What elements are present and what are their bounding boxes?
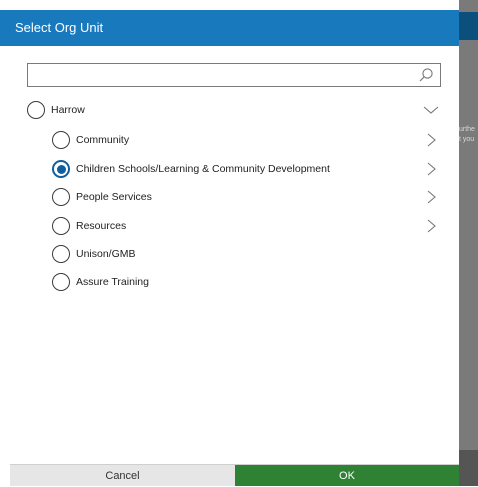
chevron-right-icon[interactable]: [425, 133, 437, 147]
chevron-right-icon[interactable]: [425, 162, 437, 176]
radio-children-schools[interactable]: [52, 160, 70, 178]
tree-node-label: People Services: [76, 191, 152, 203]
radio-assure-training[interactable]: [52, 273, 70, 291]
background-text-line: t you: [459, 136, 475, 143]
background-footer: [459, 450, 478, 486]
tree-node-label: Assure Training: [76, 276, 149, 288]
radio-resources[interactable]: [52, 217, 70, 235]
tree-node-harrow[interactable]: Harrow: [27, 98, 85, 122]
chevron-right-icon[interactable]: [425, 190, 437, 204]
tree-node-assure-training[interactable]: Assure Training: [52, 270, 149, 294]
tree-node-label: Children Schools/Learning & Community De…: [76, 163, 330, 175]
search-box[interactable]: [27, 63, 441, 87]
background-header: [459, 12, 478, 40]
tree-node-label: Harrow: [51, 104, 85, 116]
tree-node-label: Resources: [76, 220, 127, 232]
dialog-title: Select Org Unit: [0, 10, 459, 46]
cancel-button[interactable]: Cancel: [10, 465, 235, 486]
background-text-line: urthe: [459, 126, 475, 133]
chevron-right-icon[interactable]: [425, 219, 437, 233]
search-input[interactable]: [32, 65, 416, 87]
radio-people-services[interactable]: [52, 188, 70, 206]
tree-node-people-services[interactable]: People Services: [52, 185, 152, 209]
radio-harrow[interactable]: [27, 101, 45, 119]
tree-node-children-schools[interactable]: Children Schools/Learning & Community De…: [52, 157, 330, 181]
radio-community[interactable]: [52, 131, 70, 149]
select-org-unit-dialog: Select Org Unit Harrow Community Childre…: [0, 0, 459, 486]
ok-button[interactable]: OK: [235, 465, 459, 486]
tree-node-unison-gmb[interactable]: Unison/GMB: [52, 242, 136, 266]
radio-unison-gmb[interactable]: [52, 245, 70, 263]
tree-node-resources[interactable]: Resources: [52, 214, 126, 238]
tree-node-community[interactable]: Community: [52, 128, 129, 152]
search-icon[interactable]: [418, 67, 434, 83]
tree-node-label: Community: [76, 134, 130, 146]
dialog-footer: Cancel OK: [10, 465, 459, 486]
background-page: urthe t you: [459, 0, 478, 486]
tree-node-label: Unison/GMB: [76, 248, 136, 260]
chevron-down-icon[interactable]: [423, 104, 439, 116]
